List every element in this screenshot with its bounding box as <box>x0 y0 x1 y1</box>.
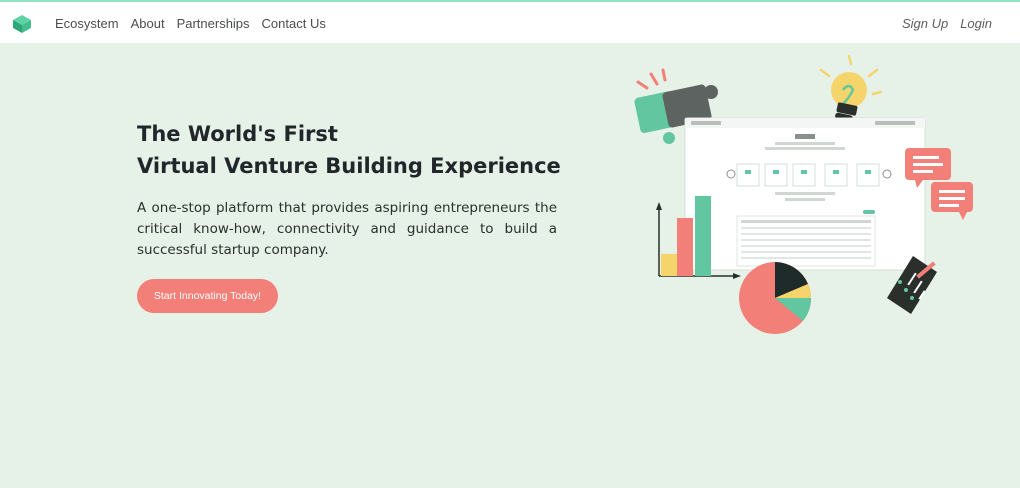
hero-illustration <box>634 54 973 334</box>
nav-about[interactable]: About <box>131 16 165 31</box>
start-innovating-button[interactable]: Start Innovating Today! <box>137 279 278 313</box>
hero-title: The World's First Virtual Venture Buildi… <box>137 118 577 182</box>
nav-partnerships[interactable]: Partnerships <box>177 16 250 31</box>
nav-ecosystem[interactable]: Ecosystem <box>55 16 119 31</box>
auth-links: Sign Up Login <box>902 16 992 31</box>
hero-title-line1: The World's First <box>137 122 338 146</box>
top-nav: Ecosystem About Partnerships Contact Us … <box>0 0 1020 43</box>
logo-icon[interactable] <box>12 14 32 34</box>
login-link[interactable]: Login <box>960 16 992 31</box>
pie-chart-icon <box>739 262 812 334</box>
hero-title-line2: Virtual Venture Building Experience <box>137 154 561 178</box>
main-nav: Ecosystem About Partnerships Contact Us <box>55 16 326 31</box>
hero-description: A one-stop platform that provides aspiri… <box>137 200 557 258</box>
nav-contact-us[interactable]: Contact Us <box>262 16 326 31</box>
dashboard-screenshot <box>684 117 926 271</box>
lightbulb-icon <box>819 54 883 122</box>
sign-up-link[interactable]: Sign Up <box>902 16 948 31</box>
